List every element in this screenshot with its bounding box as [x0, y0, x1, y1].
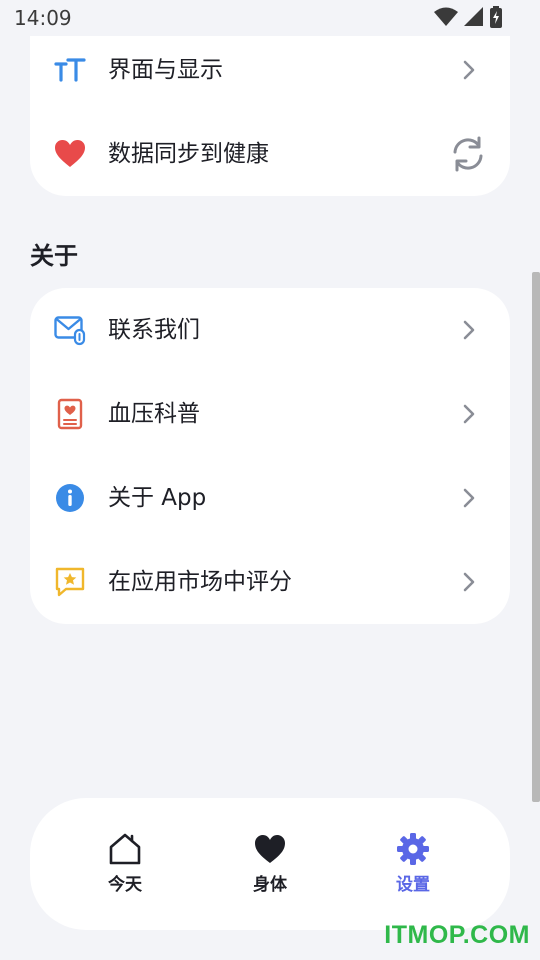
section-title-about: 关于: [30, 242, 78, 270]
watermark: ITMOP.COM: [384, 921, 530, 949]
about-item-bp-knowledge[interactable]: 血压科普: [30, 372, 510, 456]
nav-tab-label: 身体: [253, 875, 287, 895]
nav-tab-label: 设置: [396, 875, 430, 895]
status-icons: [434, 6, 502, 28]
mail-attachment-icon: [54, 316, 86, 346]
document-heart-icon: [57, 398, 83, 430]
about-item-about-app[interactable]: 关于 App: [30, 456, 510, 540]
nav-tab-today[interactable]: 今天: [75, 832, 175, 895]
chevron-right-icon: [463, 320, 475, 340]
chevron-right-icon: [463, 404, 475, 424]
about-item-label: 在应用市场中评分: [108, 569, 292, 595]
chevron-right-icon: [463, 60, 475, 80]
about-item-rate-app[interactable]: 在应用市场中评分: [30, 540, 510, 624]
chevron-right-icon: [463, 572, 475, 592]
about-item-label: 关于 App: [108, 485, 207, 511]
star-message-icon: [55, 567, 85, 597]
wifi-icon: [434, 7, 458, 26]
settings-item-label: 数据同步到健康: [108, 141, 269, 167]
settings-item-display[interactable]: 界面与显示: [30, 28, 510, 112]
scrollbar[interactable]: [532, 272, 540, 802]
bottom-nav: 今天 身体 设置: [30, 798, 510, 930]
settings-item-label: 界面与显示: [108, 57, 223, 83]
settings-item-health-sync[interactable]: 数据同步到健康: [30, 112, 510, 196]
about-item-label: 血压科普: [108, 401, 200, 427]
nav-tab-body[interactable]: 身体: [220, 832, 320, 895]
nav-tab-label: 今天: [108, 875, 142, 895]
settings-card-top: 界面与显示 数据同步到健康: [30, 36, 510, 196]
home-icon: [109, 833, 141, 865]
battery-charging-icon: [490, 6, 502, 28]
sync-icon[interactable]: [448, 134, 488, 174]
text-size-icon: [54, 58, 86, 82]
about-card: 联系我们 血压科普 关于 App 在应用市场中评分: [30, 288, 510, 624]
heart-icon: [55, 140, 85, 167]
heart-filled-icon: [255, 835, 285, 863]
info-icon: [56, 484, 84, 512]
nav-tab-settings[interactable]: 设置: [363, 832, 463, 895]
about-item-label: 联系我们: [108, 317, 200, 343]
about-item-contact[interactable]: 联系我们: [30, 288, 510, 372]
gear-icon: [397, 833, 429, 865]
chevron-right-icon: [463, 488, 475, 508]
status-time: 14:09: [14, 6, 72, 30]
signal-icon: [464, 7, 483, 26]
